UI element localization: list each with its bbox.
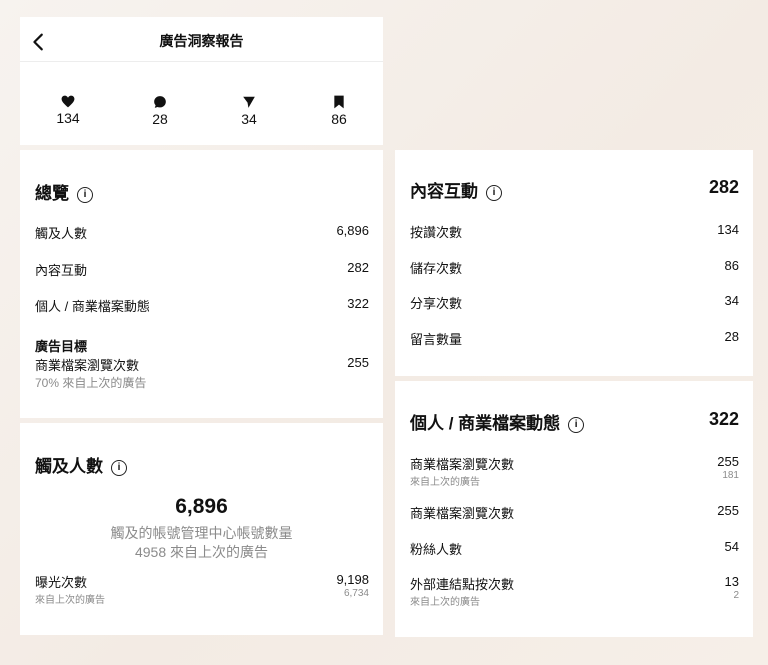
header-card: 廣告洞察報告 134 28 34 86: [20, 17, 383, 145]
comment-icon: [154, 96, 166, 108]
impressions-value: 9,198: [336, 572, 369, 587]
ad-goal-note: 70% 來自上次的廣告: [35, 376, 147, 390]
row-label: 粉絲人數: [410, 542, 463, 557]
stat-shares: 34: [219, 95, 279, 127]
bookmark-icon: [334, 95, 344, 109]
shares-count: 34: [241, 111, 257, 127]
reach-title-text: 觸及人數: [35, 457, 103, 476]
profile-row-views-prev: 商業檔案瀏覽次數 來自上次的廣告 255 181: [410, 454, 739, 488]
page-title: 廣告洞察報告: [159, 33, 244, 49]
likes-count: 134: [56, 110, 80, 126]
reach-card: 觸及人數 i 6,896 觸及的帳號管理中心帳號數量 4958 來自上次的廣告 曝…: [20, 423, 383, 635]
comments-count: 28: [152, 111, 168, 127]
overview-title-text: 總覽: [35, 184, 69, 203]
info-icon[interactable]: i: [77, 187, 93, 203]
info-icon[interactable]: i: [486, 185, 502, 201]
stat-comments: 28: [130, 95, 190, 127]
header-divider: [20, 61, 383, 62]
content-title-text: 內容互動: [410, 182, 478, 201]
profile-row-link-taps: 外部連結點按次數 來自上次的廣告 13 2: [410, 574, 739, 608]
row-label: 個人 / 商業檔案動態: [35, 299, 150, 314]
share-icon: [243, 96, 255, 108]
content-interactions-card: 內容互動 i 282 按讚次數 134 儲存次數 86 分享次數 34 留言數量 …: [395, 150, 753, 376]
row-label: 商業檔案瀏覽次數: [410, 506, 515, 521]
row-value: 34: [724, 293, 739, 308]
row-value: 134: [717, 222, 739, 237]
row-value: 54: [724, 539, 739, 554]
row-label: 商業檔案瀏覽次數: [410, 457, 515, 472]
row-label: 按讚次數: [410, 225, 463, 240]
stats-row: 134 28 34 86: [20, 77, 383, 137]
saves-count: 86: [331, 111, 347, 127]
profile-total: 322: [708, 409, 739, 429]
impressions-sub: 來自上次的廣告: [35, 595, 105, 606]
row-label: 儲存次數: [410, 261, 463, 276]
info-icon[interactable]: i: [111, 460, 127, 476]
row-value: 13: [724, 574, 739, 589]
row-label: 內容互動: [35, 263, 88, 278]
content-total: 282: [708, 177, 739, 197]
heart-icon: [61, 95, 75, 108]
impressions-subvalue: 6,734: [343, 588, 369, 599]
row-value: 255: [717, 503, 739, 518]
row-value: 28: [724, 329, 739, 344]
ad-goal-value: 255: [347, 355, 369, 370]
row-value: 86: [724, 258, 739, 273]
stat-likes: 134: [38, 95, 98, 126]
ad-goal-heading: 廣告目標: [35, 339, 88, 354]
ad-goal-label: 商業檔案瀏覽次數: [35, 358, 140, 373]
row-value: 6,896: [336, 223, 369, 238]
row-label: 留言數量: [410, 332, 463, 347]
row-label: 分享次數: [410, 296, 463, 311]
reach-title: 觸及人數 i: [35, 452, 127, 477]
profile-title-text: 個人 / 商業檔案動態: [410, 414, 561, 433]
content-title: 內容互動 i: [410, 177, 502, 202]
row-subvalue: 2: [733, 590, 739, 601]
info-icon[interactable]: i: [568, 417, 585, 433]
row-label: 觸及人數: [35, 226, 88, 241]
reach-desc-prev: 4958 來自上次的廣告: [134, 544, 269, 560]
impressions-label: 曝光次數: [35, 575, 88, 590]
row-sub: 來自上次的廣告: [410, 597, 480, 608]
reach-big-number: 6,896: [175, 495, 228, 518]
row-value: 322: [347, 296, 369, 311]
stat-saves: 86: [309, 95, 369, 127]
overview-card: 總覽 i 觸及人數 6,896 內容互動 282 個人 / 商業檔案動態 322 …: [20, 150, 383, 418]
row-value: 282: [347, 260, 369, 275]
row-subvalue: 181: [722, 470, 739, 481]
row-sub: 來自上次的廣告: [410, 477, 480, 488]
row-label: 外部連結點按次數: [410, 577, 515, 592]
profile-title: 個人 / 商業檔案動態 i: [410, 409, 585, 434]
profile-activity-card: 個人 / 商業檔案動態 i 322 商業檔案瀏覽次數 來自上次的廣告 255 18…: [395, 381, 753, 637]
reach-desc: 觸及的帳號管理中心帳號數量: [110, 525, 293, 541]
overview-title: 總覽 i: [35, 179, 93, 204]
row-value: 255: [717, 454, 739, 469]
ad-goal-block: 廣告目標 商業檔案瀏覽次數 255 70% 來自上次的廣告: [35, 336, 369, 390]
impressions-row: 曝光次數 來自上次的廣告 9,198 6,734: [35, 572, 369, 606]
